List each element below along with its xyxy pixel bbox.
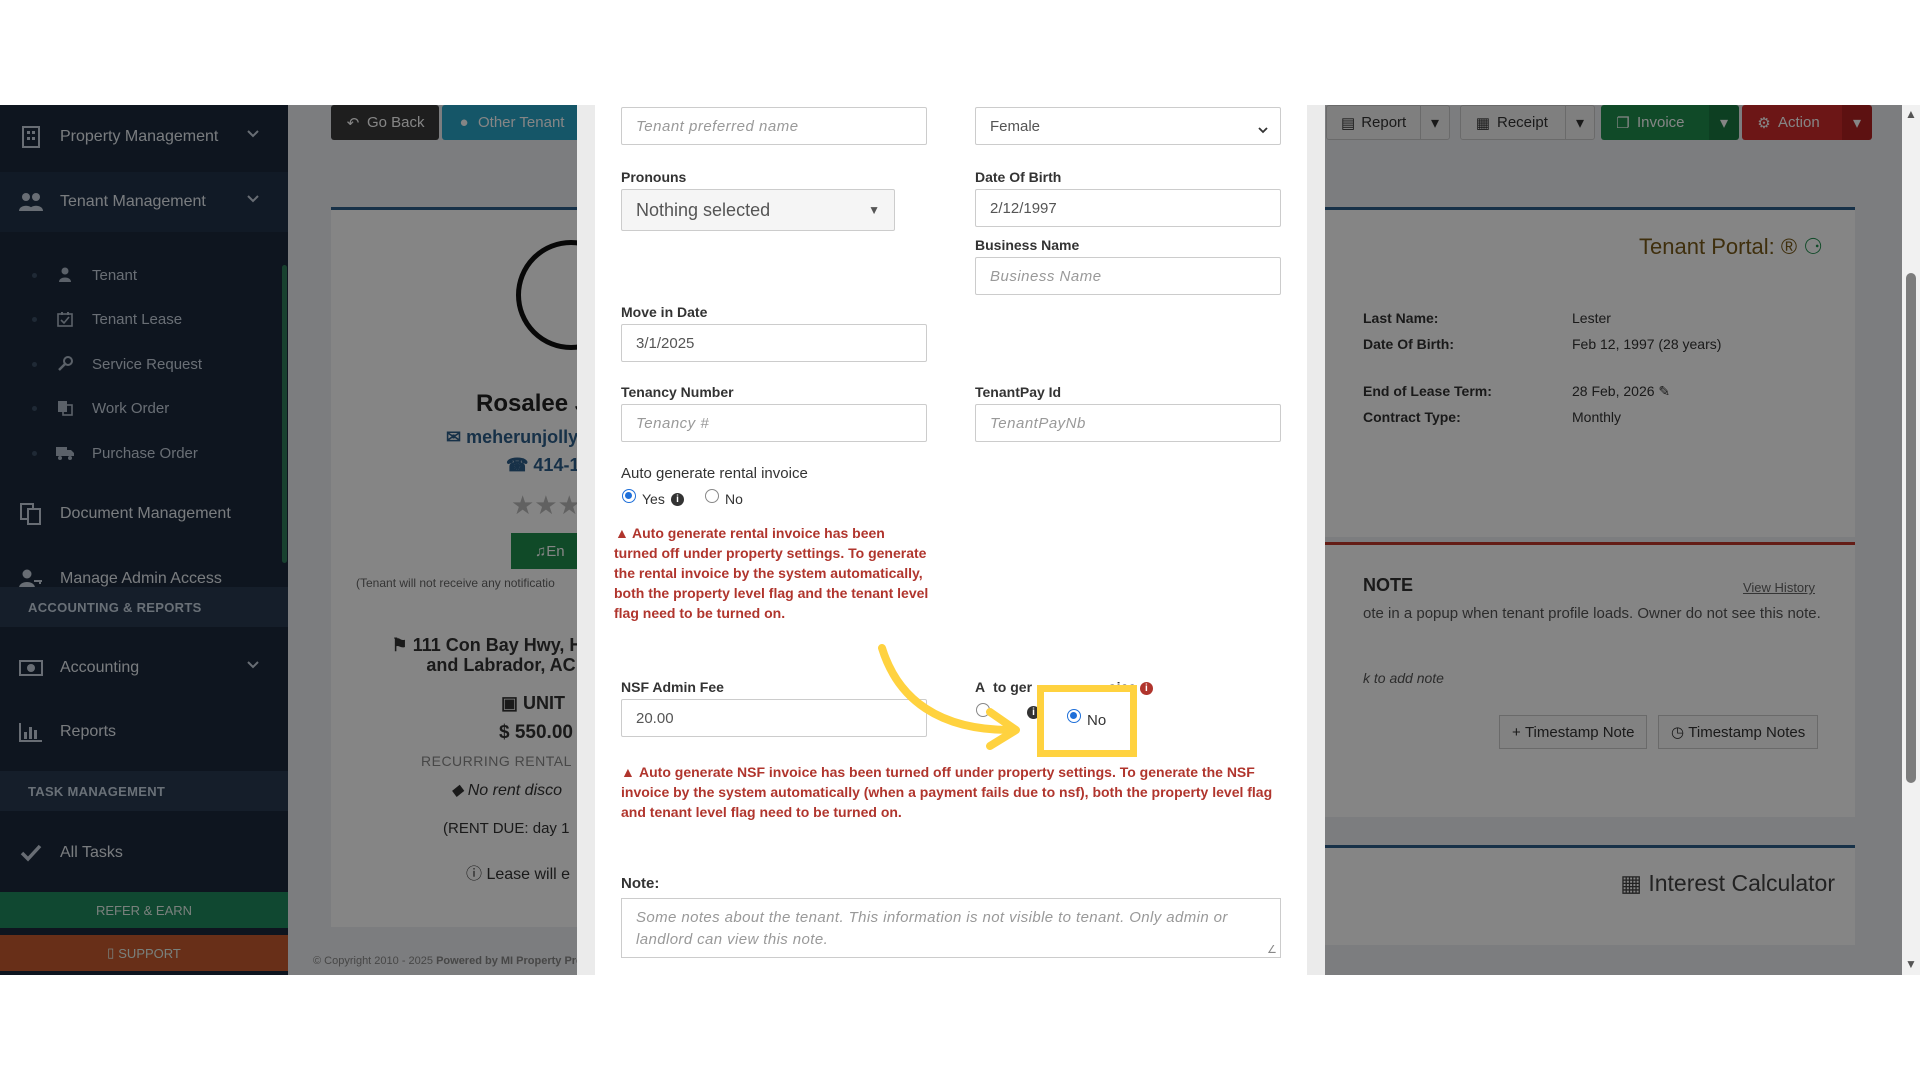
auto-rental-invoice-label: Auto generate rental invoice: [621, 465, 808, 482]
auto-rental-no-radio[interactable]: [705, 489, 719, 503]
rental-invoice-warning: Auto generate rental invoice has been tu…: [614, 525, 929, 621]
gender-select[interactable]: Female: [975, 107, 1281, 145]
tenantpay-id-label: TenantPay Id: [975, 384, 1062, 400]
chevron-down-icon: [1258, 122, 1268, 134]
annotation-arrow: [878, 644, 1020, 750]
modal-edge-right: [1307, 105, 1325, 975]
move-in-date-input[interactable]: 3/1/2025: [621, 324, 927, 362]
pronouns-label: Pronouns: [621, 169, 687, 185]
nsf-invoice-warning: Auto generate NSF invoice has been turne…: [621, 764, 1273, 820]
tenancy-number-input[interactable]: Tenancy #: [621, 404, 927, 442]
edit-tenant-modal: Tenant preferred name Female Pronouns No…: [577, 105, 1325, 975]
app-screenshot: Property Management Tenant Management Te…: [0, 105, 1920, 975]
auto-nsf-no-label[interactable]: No: [1087, 712, 1106, 729]
dob-input[interactable]: 2/12/1997: [975, 189, 1281, 227]
preferred-name-input[interactable]: Tenant preferred name: [621, 107, 927, 145]
highlighted-no-option[interactable]: No: [1037, 685, 1137, 757]
caret-down-icon: ▼: [868, 203, 880, 217]
pronouns-select[interactable]: Nothing selected ▼: [621, 189, 895, 231]
auto-rental-no-label[interactable]: No: [725, 491, 743, 507]
tenancy-number-label: Tenancy Number: [621, 384, 734, 400]
info-icon[interactable]: i: [1139, 681, 1153, 695]
note-label: Note:: [621, 875, 660, 892]
business-name-input[interactable]: Business Name: [975, 257, 1281, 295]
pronouns-value: Nothing selected: [636, 199, 771, 220]
modal-edge-left: [577, 105, 595, 975]
scroll-down-arrow-icon[interactable]: ▼: [1905, 957, 1917, 971]
info-icon[interactable]: i: [671, 493, 684, 506]
gender-value: Female: [990, 117, 1041, 135]
page-scrollbar[interactable]: ▲ ▼: [1902, 105, 1920, 975]
nsf-admin-fee-label: NSF Admin Fee: [621, 679, 724, 695]
scroll-up-arrow-icon[interactable]: ▲: [1905, 107, 1917, 121]
dob-label: Date Of Birth: [975, 169, 1062, 185]
auto-rental-yes-label[interactable]: Yes: [642, 491, 665, 507]
resize-handle-icon[interactable]: ∠: [1267, 943, 1277, 956]
scrollbar-thumb[interactable]: [1906, 273, 1916, 783]
business-name-label: Business Name: [975, 237, 1080, 253]
auto-rental-yes-radio[interactable]: [622, 489, 636, 503]
tenantpay-id-input[interactable]: TenantPayNb: [975, 404, 1281, 442]
note-textarea[interactable]: Some notes about the tenant. This inform…: [621, 898, 1281, 958]
move-in-date-label: Move in Date: [621, 304, 708, 320]
auto-nsf-no-radio[interactable]: [1067, 709, 1081, 723]
